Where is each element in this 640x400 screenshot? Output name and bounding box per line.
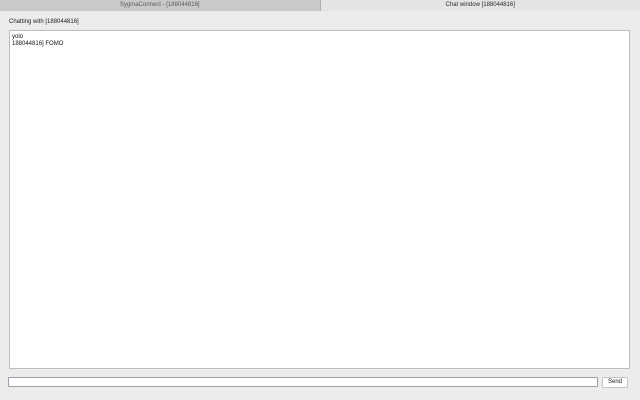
chat-transcript[interactable]: yolo 188044816] FOMO — [9, 30, 630, 369]
tab-sygmaconnect[interactable]: SygmaConnect - [188044816] — [0, 0, 321, 11]
tab-bar: SygmaConnect - [188044816] Chat window [… — [0, 0, 640, 11]
message-input[interactable] — [8, 377, 598, 387]
chat-heading: Chatting with [188044816] — [9, 19, 79, 25]
tab-chat-window[interactable]: Chat window [188044816] — [320, 0, 640, 11]
chat-message: yolo — [12, 34, 24, 40]
chat-message: 188044816] FOMO — [12, 41, 64, 47]
send-button[interactable]: Send — [602, 377, 628, 388]
